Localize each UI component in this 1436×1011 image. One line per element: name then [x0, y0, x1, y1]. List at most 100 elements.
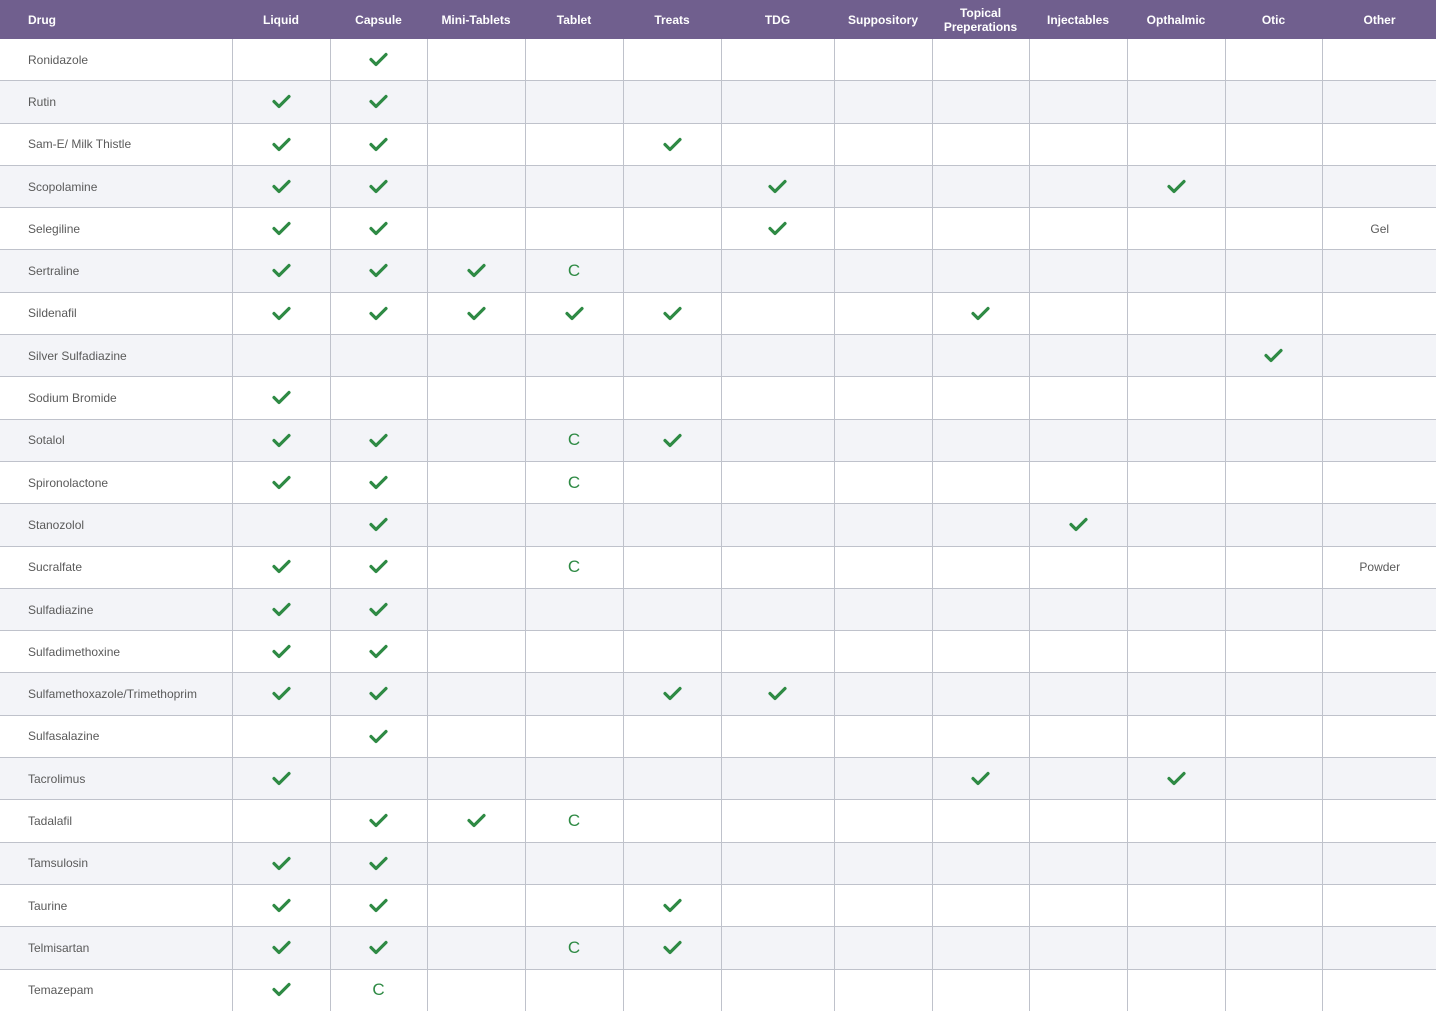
cell-other — [1322, 969, 1436, 1011]
cell-tablet — [525, 630, 624, 674]
cell-capsule — [330, 39, 428, 82]
cell-topical-preperations — [932, 249, 1030, 293]
table-row: Sulfadiazine — [0, 588, 1436, 632]
cell-topical-preperations — [932, 39, 1030, 82]
check-icon — [662, 898, 682, 912]
cell-mini-tablets — [427, 546, 526, 589]
cell-treats — [623, 799, 722, 843]
drug-name-cell: Tacrolimus — [0, 757, 233, 801]
check-icon — [971, 306, 990, 320]
cell-treats — [623, 207, 722, 251]
cell-mini-tablets — [427, 503, 526, 547]
cell-mini-tablets — [427, 292, 526, 336]
cell-mini-tablets — [427, 123, 526, 166]
cell-capsule — [330, 588, 428, 632]
cell-treats — [623, 292, 722, 336]
cell-tablet — [525, 80, 624, 124]
cell-otic — [1225, 376, 1323, 420]
cell-tdg — [721, 884, 835, 928]
cell-treats — [623, 884, 722, 928]
cell-suppository — [834, 123, 933, 166]
table-row: Selegiline Gel — [0, 207, 1436, 251]
cell-otic — [1225, 672, 1323, 716]
check-icon — [662, 306, 682, 320]
cell-suppository — [834, 715, 933, 759]
cell-suppository — [834, 842, 933, 885]
check-icon — [271, 221, 291, 236]
check-icon — [271, 602, 291, 616]
cell-topical-preperations — [932, 123, 1030, 166]
cell-other — [1322, 249, 1436, 293]
check-icon — [271, 898, 291, 912]
cell-injectables — [1029, 588, 1128, 632]
cell-tablet — [525, 123, 624, 166]
cell-tablet: C — [525, 926, 624, 970]
cell-liquid — [232, 884, 331, 928]
cell-injectables — [1029, 842, 1128, 885]
check-icon — [466, 814, 486, 828]
table-row: Sulfasalazine — [0, 715, 1436, 759]
table-row: Stanozolol — [0, 503, 1436, 547]
cell-treats — [623, 969, 722, 1011]
cell-treats — [623, 672, 722, 716]
cell-opthalmic — [1127, 799, 1226, 843]
table-row: Telmisartan C — [0, 926, 1436, 970]
cell-other — [1322, 630, 1436, 674]
other-note: Powder — [1359, 560, 1401, 575]
cell-suppository — [834, 419, 933, 462]
cell-mini-tablets — [427, 842, 526, 885]
drug-name-cell: Sulfasalazine — [0, 715, 233, 759]
cell-opthalmic — [1127, 757, 1226, 801]
drug-name-cell: Tamsulosin — [0, 842, 233, 885]
drug-name-cell: Sotalol — [0, 419, 233, 462]
cell-mini-tablets — [427, 461, 526, 505]
cell-other: Powder — [1322, 546, 1436, 589]
cell-topical-preperations — [932, 546, 1030, 589]
cell-mini-tablets — [427, 588, 526, 632]
cell-suppository — [834, 799, 933, 843]
check-icon — [369, 560, 388, 574]
check-icon — [369, 52, 388, 67]
cell-capsule — [330, 461, 428, 505]
cell-injectables — [1029, 39, 1128, 82]
cell-capsule — [330, 419, 428, 462]
check-icon — [271, 137, 291, 151]
check-icon — [271, 95, 291, 109]
cell-otic — [1225, 630, 1323, 674]
cell-liquid — [232, 969, 331, 1011]
cell-treats — [623, 249, 722, 293]
cell-topical-preperations — [932, 799, 1030, 843]
column-header-other: Other — [1322, 0, 1436, 39]
cell-tablet — [525, 292, 624, 336]
cell-injectables — [1029, 207, 1128, 251]
cell-tdg — [721, 546, 835, 589]
compound-mark: C — [567, 261, 581, 281]
cell-tablet — [525, 39, 624, 82]
cell-opthalmic — [1127, 461, 1226, 505]
check-icon — [369, 137, 388, 151]
cell-mini-tablets — [427, 249, 526, 293]
drug-name-cell: Sodium Bromide — [0, 376, 233, 420]
cell-opthalmic — [1127, 39, 1226, 82]
cell-opthalmic — [1127, 715, 1226, 759]
check-icon — [271, 264, 291, 278]
table-row: Rutin — [0, 80, 1436, 124]
cell-tablet — [525, 503, 624, 547]
table-row: Tamsulosin — [0, 842, 1436, 885]
cell-treats — [623, 165, 722, 209]
cell-otic — [1225, 588, 1323, 632]
check-icon — [369, 179, 388, 193]
cell-opthalmic — [1127, 672, 1226, 716]
cell-capsule — [330, 884, 428, 928]
cell-capsule: C — [330, 969, 428, 1011]
check-icon — [369, 433, 388, 447]
cell-otic — [1225, 165, 1323, 209]
cell-liquid — [232, 123, 331, 166]
cell-tdg — [721, 292, 835, 336]
cell-other — [1322, 799, 1436, 843]
cell-otic — [1225, 926, 1323, 970]
cell-treats — [623, 461, 722, 505]
column-header-treats: Treats — [623, 0, 721, 39]
cell-otic — [1225, 249, 1323, 293]
cell-opthalmic — [1127, 292, 1226, 336]
